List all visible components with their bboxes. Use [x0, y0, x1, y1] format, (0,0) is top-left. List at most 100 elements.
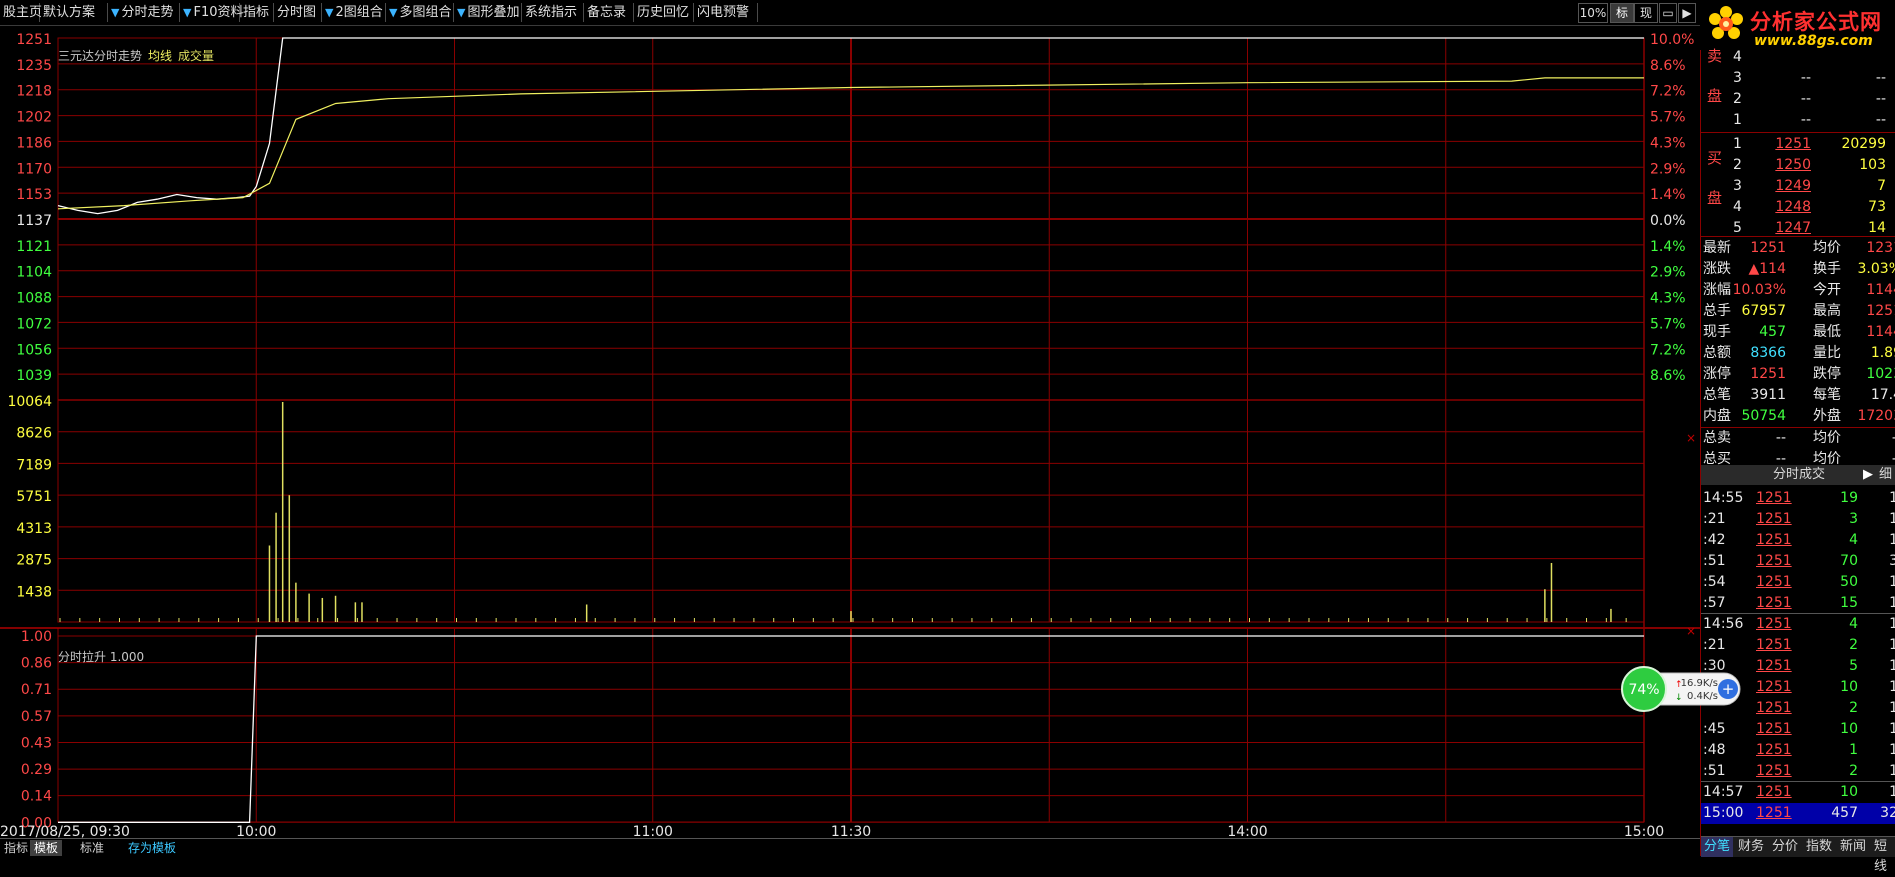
- tick-trade-row: 14:55 1251 19 1: [1701, 488, 1895, 509]
- footer-tab-0[interactable]: 指标: [0, 840, 32, 856]
- price-tick-label: 1121: [16, 239, 52, 255]
- stat-label: 涨幅: [1703, 282, 1731, 298]
- play-icon[interactable]: ▶: [1678, 3, 1696, 23]
- panel-tab-0[interactable]: 分笔: [1701, 837, 1734, 857]
- stat-label: 涨跌: [1703, 261, 1731, 277]
- intraday-chart-area[interactable]: 1251 1235 1218 1202 1186 1170 1153 1137 1121 1104…: [0, 25, 1700, 840]
- footer-tab-2[interactable]: 标准: [76, 840, 108, 856]
- tick-trade-row: :51 1251 2 1: [1701, 761, 1895, 782]
- trade-time: :51: [1703, 763, 1726, 779]
- stat-label: 涨停: [1703, 366, 1731, 382]
- price-tick-label: 1104: [16, 265, 52, 281]
- panel-tab-5[interactable]: 短线: [1871, 837, 1895, 874]
- toolbar-item-7[interactable]: ▼ 多图组合: [386, 3, 454, 22]
- toolbar-item-5[interactable]: 分时图: [274, 3, 322, 22]
- network-speed-widget[interactable]: 74% ↑ ↓ 16.9K/s 0.4K/s +: [1620, 665, 1745, 713]
- toolbar-item-4[interactable]: 指标: [240, 3, 274, 22]
- toolbar-item-8[interactable]: ▼ 图形叠加: [454, 3, 522, 22]
- toolbar-item-12[interactable]: 闪电预警: [694, 3, 758, 22]
- sell-level-row: 4: [1701, 47, 1895, 68]
- dropdown-arrow-icon[interactable]: ▼: [457, 6, 465, 19]
- trade-volume: 10: [1840, 679, 1858, 695]
- panel-tabs: 分笔 财务 分价 指数 新闻 短线: [1701, 836, 1895, 874]
- logo-title: 分析家公式网: [1750, 10, 1882, 34]
- buy-level-row: 2 1250 103: [1701, 155, 1895, 176]
- trade-count: 1: [1889, 679, 1895, 695]
- toolbar-item-10[interactable]: 备忘录: [584, 3, 634, 22]
- toolbar-item-3[interactable]: ▼ F10资料: [180, 3, 244, 22]
- stat-value: 1251: [1750, 366, 1786, 382]
- panel-tab-1[interactable]: 财务: [1735, 837, 1767, 857]
- dropdown-arrow-icon[interactable]: ▼: [183, 6, 191, 19]
- stat-value: 1144: [1866, 324, 1895, 340]
- toolbar-item-9[interactable]: 系统指示: [522, 3, 584, 22]
- dropdown-arrow-icon[interactable]: ▼: [389, 6, 397, 19]
- trade-volume: 4: [1849, 616, 1858, 632]
- close-icon[interactable]: ×: [1686, 431, 1696, 445]
- trade-time: :54: [1703, 574, 1726, 590]
- price-tick-label: 1202: [16, 110, 52, 126]
- chart-title: 三元达分时走势 均线 成交量: [58, 47, 214, 64]
- toolbar-item-11[interactable]: 历史回忆: [634, 3, 694, 22]
- dropdown-arrow-icon[interactable]: ▼: [325, 6, 333, 19]
- sell-price: --: [1800, 70, 1811, 86]
- intraday-chart[interactable]: 1251 1235 1218 1202 1186 1170 1153 1137 1121 1104…: [0, 25, 1700, 840]
- stat-row: 总笔 3911 每笔 17.4: [1701, 385, 1895, 406]
- trade-price: 1251: [1756, 595, 1792, 611]
- trade-time: 14:57: [1703, 784, 1744, 800]
- volume-label[interactable]: 成交量: [178, 49, 214, 63]
- close-icon[interactable]: ×: [1686, 624, 1696, 638]
- level-number: 1: [1733, 112, 1742, 128]
- expand-arrow-icon[interactable]: ▶: [1863, 465, 1873, 485]
- toolbar-item-0[interactable]: 股主页: [0, 3, 43, 22]
- stat-label: 总额: [1703, 345, 1731, 361]
- footer-tab-1[interactable]: 模板: [30, 840, 63, 856]
- footer-tab-3[interactable]: 存为模板: [124, 840, 180, 856]
- trade-count: 1: [1889, 490, 1895, 506]
- mode-standard-button[interactable]: 标: [1610, 3, 1634, 23]
- tick-trade-row: :51 1251 70 3: [1701, 551, 1895, 572]
- zoom-button[interactable]: 10%: [1578, 3, 1608, 23]
- ma-label[interactable]: 均线: [148, 49, 172, 63]
- price-tick-label: 1056: [16, 342, 52, 358]
- stat-value: 1251: [1750, 240, 1786, 256]
- buy-level-row: 3 1249 7: [1701, 176, 1895, 197]
- dropdown-arrow-icon[interactable]: ▼: [111, 6, 119, 19]
- trade-count: 1: [1889, 763, 1895, 779]
- toolbar-item-label: 历史回忆: [637, 5, 690, 20]
- trade-price: 1251: [1756, 637, 1792, 653]
- toolbar-item-2[interactable]: ▼ 分时走势: [108, 3, 180, 22]
- toolbar-item-1[interactable]: 默认方案: [40, 3, 108, 22]
- toolbar-item-label: 默认方案: [43, 5, 96, 20]
- tick-trades-header[interactable]: 分时成交 ▶ 细: [1701, 465, 1895, 485]
- volume-tick-label: 8626: [16, 426, 52, 442]
- sub-tick-label: 1.00: [21, 629, 52, 645]
- stat-row: 总手 67957 最高 1251: [1701, 301, 1895, 322]
- trade-volume: 3: [1849, 511, 1858, 527]
- time-axis-label: 10:00: [236, 824, 276, 838]
- detail-button[interactable]: 细: [1879, 465, 1892, 485]
- trade-price: 1251: [1756, 721, 1792, 737]
- trade-count: 1: [1889, 742, 1895, 758]
- stat-row: 最新 1251 均价 1231: [1701, 238, 1895, 259]
- sell-volume: --: [1875, 91, 1886, 107]
- mode-current-button[interactable]: 现: [1634, 3, 1658, 23]
- tick-trade-row: 15:00 1251 457 32: [1701, 803, 1895, 824]
- panel-tab-2[interactable]: 分价: [1769, 837, 1801, 857]
- toolbar-item-label: 分时走势: [121, 5, 174, 20]
- trade-time: :48: [1703, 742, 1726, 758]
- trade-count: 1: [1889, 700, 1895, 716]
- panel-tab-4[interactable]: 新闻: [1837, 837, 1869, 857]
- sub-indicator-title: 分时拉升 1.000: [58, 650, 145, 664]
- restore-window-icon[interactable]: ▭: [1659, 3, 1677, 23]
- buy-volume: 20299: [1841, 136, 1886, 152]
- stat-value: 8366: [1750, 345, 1786, 361]
- stat-value: 10.03%: [1732, 282, 1786, 298]
- toolbar-item-label: 股主页: [3, 5, 43, 20]
- toolbar-item-6[interactable]: ▼ 2图组合: [322, 3, 386, 22]
- panel-tab-3[interactable]: 指数: [1803, 837, 1835, 857]
- level-number: 4: [1733, 199, 1742, 215]
- sub-tick-label: 0.71: [21, 682, 52, 698]
- level-number: 1: [1733, 136, 1742, 152]
- stat-row: 总卖--均价--: [1701, 428, 1895, 449]
